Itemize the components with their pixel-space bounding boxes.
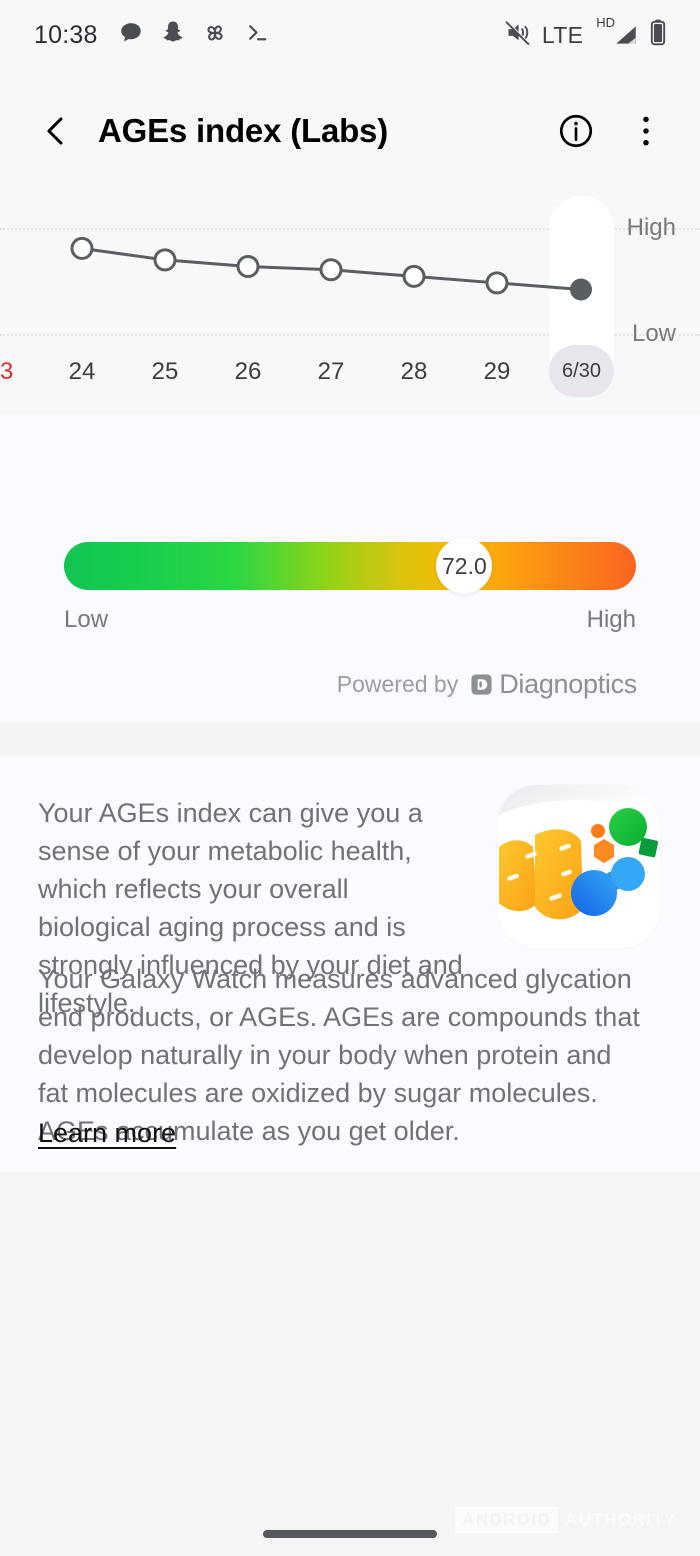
overflow-menu-button[interactable]: [622, 107, 670, 155]
pinwheel-icon: [202, 20, 228, 51]
watermark-authority: AUTHORITY: [565, 1510, 677, 1529]
x-axis-label: 26: [234, 358, 262, 385]
gauge-low-label: Low: [64, 606, 109, 633]
battery-icon: [650, 19, 666, 51]
diagnoptics-brand: Diagnoptics: [470, 669, 637, 700]
message-bubble-icon: [118, 20, 144, 51]
mute-icon: [504, 19, 531, 51]
x-axis-label: 29: [483, 358, 511, 385]
info-circle-icon: [559, 114, 593, 148]
hd-label: HD: [596, 15, 615, 30]
status-time: 10:38: [34, 20, 98, 49]
app-bar: AGEs index (Labs): [0, 70, 700, 192]
ages-molecule-illustration: [497, 785, 660, 948]
x-axis-label: 24: [68, 358, 96, 385]
chart-point[interactable]: [236, 255, 260, 279]
diagnoptics-name: Diagnoptics: [499, 669, 637, 699]
powered-by-label: Powered by: [336, 671, 459, 697]
chart-point[interactable]: [402, 264, 426, 288]
selected-date-badge[interactable]: 6/30: [549, 345, 614, 397]
navigation-handle[interactable]: [263, 1530, 437, 1538]
x-axis-label: 28: [400, 358, 428, 385]
diagnoptics-logo-icon: [471, 674, 492, 695]
watermark: ANDROID AUTHORITY: [455, 1507, 677, 1533]
snapchat-ghost-icon: [161, 20, 185, 51]
phone-screen: 10:38 LTE HD AGEs index (Labs) High Low …: [0, 0, 700, 1556]
x-axis-label-partial: 3: [0, 358, 14, 385]
gauge-high-label: High: [586, 606, 636, 633]
page-title: AGEs index (Labs): [98, 112, 388, 149]
chart-point[interactable]: [570, 278, 592, 301]
info-card: Your AGEs index can give you a sense of …: [0, 755, 700, 1172]
info-button[interactable]: [552, 107, 600, 155]
back-button[interactable]: [30, 105, 82, 157]
app-bar-actions: [552, 107, 670, 155]
axis-label-low: Low: [631, 320, 676, 347]
status-system-icons: LTE HD: [504, 15, 666, 51]
trend-chart[interactable]: High Low 24 25 26 27 28 29 3 6/30: [0, 192, 700, 415]
chart-point[interactable]: [319, 258, 343, 282]
network-type-label: LTE: [541, 21, 584, 48]
chart-point[interactable]: [153, 248, 177, 272]
chart-point[interactable]: [485, 271, 509, 295]
chevron-left-icon: [47, 117, 63, 145]
x-axis-label: 25: [151, 358, 179, 385]
powered-by-row: Powered by Diagnoptics: [336, 669, 638, 700]
learn-more-link[interactable]: Learn more: [38, 1118, 176, 1149]
index-gauge-section: 72.0 Low High Powered by Diagnoptics: [0, 415, 700, 722]
chart-point[interactable]: [70, 236, 94, 260]
watermark-android: ANDROID: [455, 1507, 559, 1533]
axis-label-high: High: [626, 214, 676, 241]
status-bar: 10:38 LTE HD: [0, 0, 700, 70]
gauge-bar: 72.0: [64, 538, 636, 594]
status-notification-icons: [118, 20, 270, 51]
terminal-icon: [245, 20, 270, 50]
gauge-value-label: 72.0: [442, 552, 487, 579]
x-axis-label: 27: [317, 358, 345, 385]
gauge-value-marker: 72.0: [436, 538, 493, 594]
gauge-wrapper: 72.0 Low High: [64, 538, 636, 634]
more-vertical-icon: [643, 116, 649, 146]
gauge-end-labels: Low High: [64, 606, 636, 634]
section-divider: [0, 722, 700, 755]
page-bottom-area: [0, 1172, 700, 1556]
signal-bars-icon: HD: [594, 15, 639, 48]
